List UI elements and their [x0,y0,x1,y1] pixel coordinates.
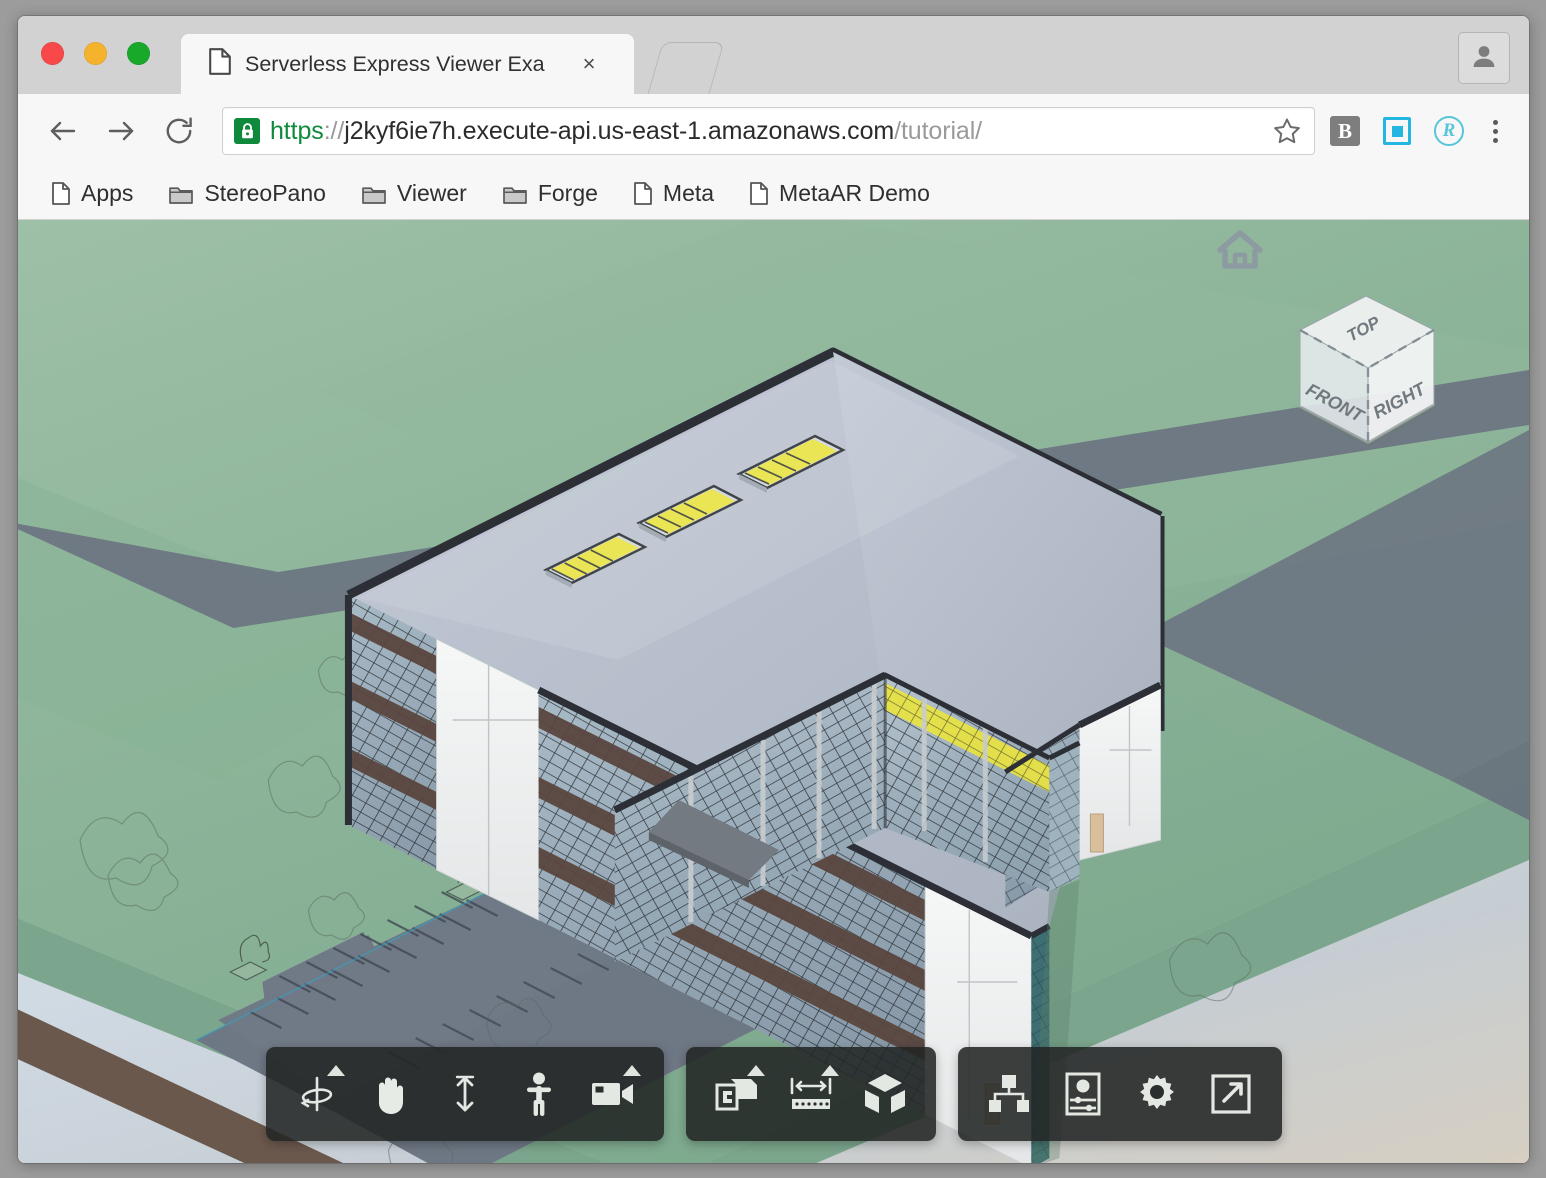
bookmark-label: Meta [662,180,715,206]
properties-icon [1064,1072,1102,1116]
section-box-icon [715,1073,759,1115]
pan-button[interactable] [354,1056,428,1132]
home-icon[interactable] [1214,226,1266,272]
fullscreen-icon [1210,1073,1252,1115]
bookmark-metaar-demo[interactable]: MetaAR Demo [750,180,930,207]
tab-strip: Serverless Express Viewer Exa × [18,16,1529,94]
bookmark-label: StereoPano [204,180,326,206]
model-tree-icon [987,1073,1031,1115]
new-tab-button[interactable] [647,42,725,94]
bookmark-apps[interactable]: Apps [52,180,133,207]
tools-group [685,1047,936,1141]
extension-r-label: R [1434,116,1464,146]
address-bar[interactable]: https://j2kyf6ie7h.execute-api.us-east-1… [222,107,1315,155]
panels-group [957,1047,1282,1141]
profile-avatar-button[interactable] [1458,32,1510,84]
zoom-arrows-icon [445,1072,485,1116]
navigation-group [265,1047,664,1141]
camera-icon [590,1077,636,1111]
forward-button[interactable] [98,108,144,154]
forge-viewer-canvas[interactable]: TOP FRONT RIGHT [18,220,1529,1163]
chevron-up-icon [746,1065,765,1076]
url-host: j2kyf6ie7h.execute-api.us-east-1.amazona… [344,116,895,145]
tab-title: Serverless Express Viewer Exa [245,51,545,76]
ruler-icon [788,1073,834,1115]
bookmark-label: Apps [81,180,134,206]
bookmark-label: MetaAR Demo [779,180,930,206]
page-icon [52,182,70,205]
fullscreen-button[interactable] [1194,1056,1268,1132]
chevron-up-icon [622,1065,641,1076]
bookmark-meta[interactable]: Meta [634,180,714,207]
settings-button[interactable] [1120,1056,1194,1132]
orbit-button[interactable] [280,1056,354,1132]
bookmark-star-icon[interactable] [1258,116,1302,146]
page-icon [634,182,652,205]
orbit-icon [295,1072,339,1116]
extension-r-icon[interactable]: R [1427,109,1471,153]
minimize-window-button[interactable] [84,42,107,65]
person-icon [522,1071,556,1117]
model-tree-button[interactable] [972,1056,1046,1132]
zoom-button[interactable] [428,1056,502,1132]
zoom-window-button[interactable] [127,42,150,65]
section-analysis-button[interactable] [700,1056,774,1132]
hand-icon [370,1072,412,1116]
folder-icon [362,184,386,204]
page-icon [750,182,768,205]
folder-icon [502,184,527,204]
explode-button[interactable] [848,1056,922,1132]
window-controls [41,42,150,65]
avatar [1469,41,1499,76]
url-path: /tutorial/ [894,116,983,145]
reload-button[interactable] [156,108,202,154]
url-separator: :// [323,116,345,145]
first-person-button[interactable] [502,1056,576,1132]
view-cube[interactable]: TOP FRONT RIGHT [1270,282,1460,462]
back-button[interactable] [40,108,86,154]
page-icon [209,48,231,80]
browser-tab[interactable]: Serverless Express Viewer Exa × [181,34,634,94]
close-tab-button[interactable]: × [578,53,600,75]
chrome-menu-button[interactable] [1477,119,1513,143]
url-text: https://j2kyf6ie7h.execute-api.us-east-1… [270,117,982,146]
lock-icon [234,118,260,144]
chevron-up-icon [820,1065,839,1076]
url-scheme: https [270,116,324,145]
extension-b-label: B [1330,116,1360,146]
close-window-button[interactable] [41,42,64,65]
bookmark-viewer[interactable]: Viewer [362,180,467,207]
bookmark-label: Forge [537,180,598,206]
gear-icon [1135,1072,1179,1116]
explode-cube-icon [862,1072,908,1116]
extension-square-icon[interactable] [1375,109,1419,153]
properties-button[interactable] [1046,1056,1120,1132]
chevron-up-icon [326,1065,345,1076]
navigation-toolbar: https://j2kyf6ie7h.execute-api.us-east-1… [18,94,1529,168]
camera-button[interactable] [576,1056,650,1132]
bookmark-forge[interactable]: Forge [502,180,598,207]
extension-b-icon[interactable]: B [1323,109,1367,153]
bookmark-stereopano[interactable]: StereoPano [169,180,326,207]
folder-icon [169,184,194,204]
measure-button[interactable] [774,1056,848,1132]
bookmarks-bar: Apps StereoPano Viewer Forge Meta MetaAR… [18,168,1529,220]
browser-window: Serverless Express Viewer Exa × https://… [18,16,1529,1163]
bookmark-label: Viewer [396,180,467,206]
